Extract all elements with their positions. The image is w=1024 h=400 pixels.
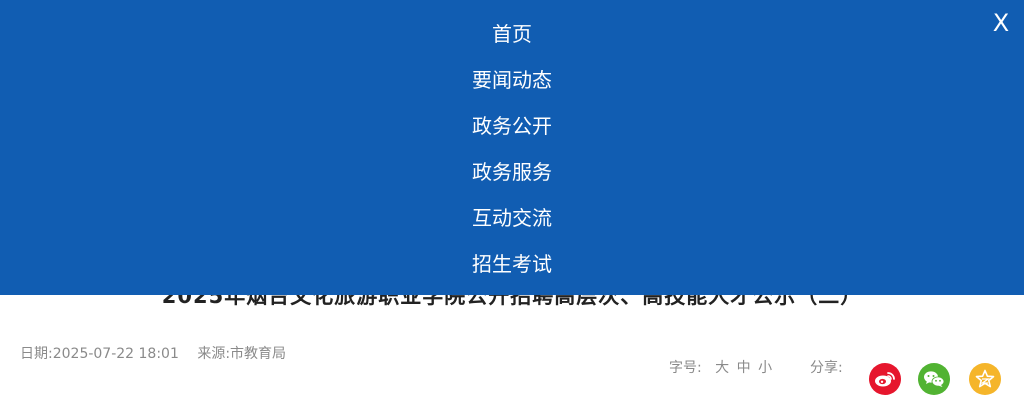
font-size-control: 字号: 大 中 小 <box>669 357 772 377</box>
article-source: 来源:市教育局 <box>197 346 287 362</box>
wechat-icon <box>924 371 945 387</box>
share-qzone-button[interactable] <box>969 363 1001 395</box>
share-label: 分享: <box>810 360 843 376</box>
qzone-star-icon <box>975 369 995 388</box>
page: 2025年烟台文化旅游职业学院公开招聘高层次、高技能人才公示（二） 日期:202… <box>0 0 1024 400</box>
nav-item-interaction[interactable]: 互动交流 <box>0 205 1024 231</box>
weibo-icon <box>875 372 895 387</box>
article-date: 日期:2025-07-22 18:01 <box>20 346 179 362</box>
font-size-large[interactable]: 大 <box>715 357 729 377</box>
article-meta: 日期:2025-07-22 18:01 来源:市教育局 <box>20 343 286 363</box>
nav-item-news[interactable]: 要闻动态 <box>0 67 1024 93</box>
nav-item-home[interactable]: 首页 <box>0 21 1024 47</box>
close-menu-button[interactable]: X <box>990 10 1012 36</box>
nav-item-gov-services[interactable]: 政务服务 <box>0 159 1024 185</box>
font-size-small[interactable]: 小 <box>758 357 772 377</box>
share-weibo-button[interactable] <box>869 363 901 395</box>
nav-overlay-menu: 首页 要闻动态 政务公开 政务服务 互动交流 招生考试 X <box>0 0 1024 295</box>
font-size-medium[interactable]: 中 <box>737 357 751 377</box>
nav-item-gov-affairs-open[interactable]: 政务公开 <box>0 113 1024 139</box>
share-wechat-button[interactable] <box>918 363 950 395</box>
font-size-label: 字号: <box>669 360 702 376</box>
nav-item-admissions-exams[interactable]: 招生考试 <box>0 251 1024 277</box>
